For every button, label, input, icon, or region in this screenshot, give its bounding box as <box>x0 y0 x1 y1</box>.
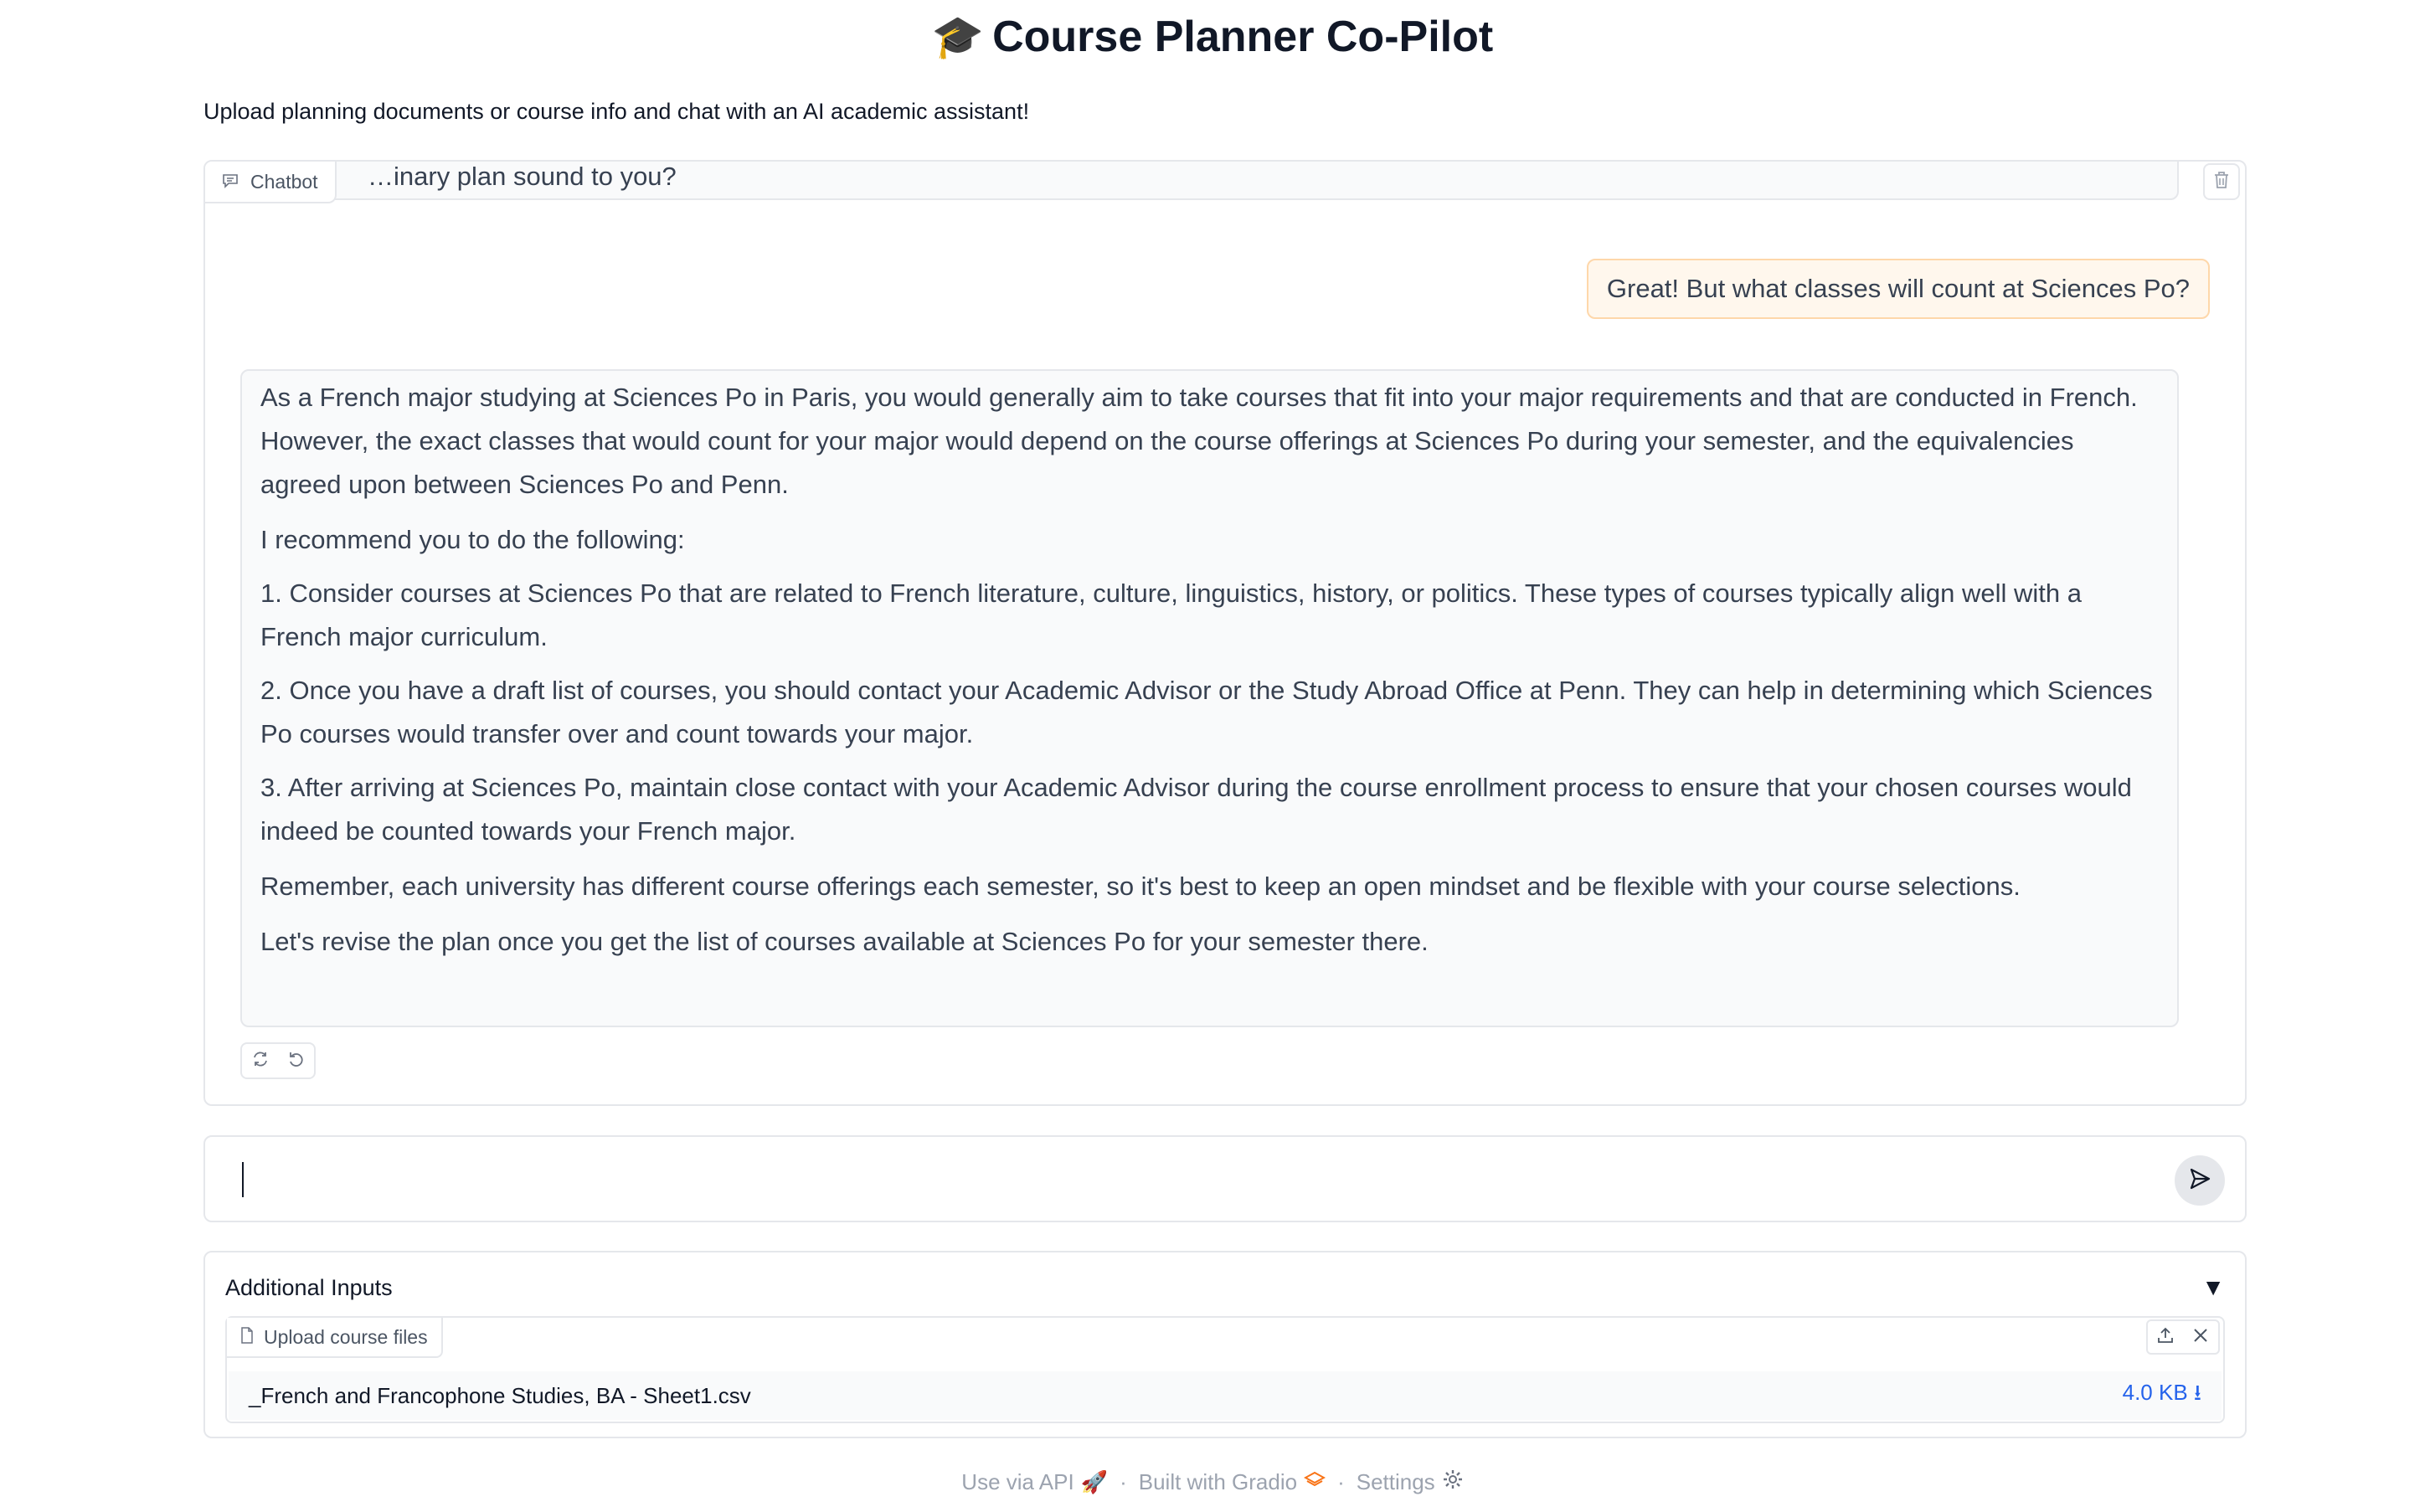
file-tools <box>2146 1319 2220 1355</box>
page-subtitle: Upload planning documents or course info… <box>203 99 1030 124</box>
file-icon <box>240 1326 254 1349</box>
partial-message-text: …inary plan sound to you? <box>368 162 677 191</box>
upload-label: Upload course files <box>227 1318 443 1358</box>
bot-paragraph: Let's revise the plan once you get the l… <box>260 927 1429 956</box>
page-title: 🎓 Course Planner Co-Pilot <box>0 12 2425 62</box>
trash-icon <box>2212 170 2231 194</box>
chat-bubble-icon <box>222 171 239 193</box>
footer-separator: · <box>1337 1469 1345 1494</box>
collapse-triangle-icon[interactable]: ▼ <box>2201 1274 2225 1301</box>
message-actions <box>240 1042 316 1079</box>
bot-paragraph: 1. Consider courses at Sciences Po that … <box>260 579 2083 651</box>
gear-icon <box>1442 1468 1464 1496</box>
text-cursor <box>242 1162 244 1197</box>
settings-link[interactable]: Settings <box>1357 1468 1464 1496</box>
upload-button[interactable] <box>2156 1326 2175 1349</box>
footer: Use via API 🚀 · Built with Gradio · Sett… <box>0 1468 2425 1496</box>
additional-inputs-accordion: Additional Inputs ▼ Upload course files … <box>203 1251 2247 1438</box>
page-title-text: Course Planner Co-Pilot <box>992 13 1494 61</box>
file-upload-panel: Upload course files _French and Francoph… <box>225 1316 2225 1423</box>
chatbot-label: Chatbot <box>205 162 337 203</box>
file-download-link[interactable]: 4.0 KB ⭳ <box>2123 1377 2201 1414</box>
use-via-api-link[interactable]: Use via API 🚀 <box>961 1469 1108 1495</box>
chat-input[interactable] <box>239 1157 2084 1206</box>
file-name: _French and Francophone Studies, BA - Sh… <box>249 1382 751 1408</box>
bot-paragraph: 2. Once you have a draft list of courses… <box>260 676 2153 748</box>
file-row: _French and Francophone Studies, BA - Sh… <box>229 1371 2222 1420</box>
retry-button[interactable] <box>251 1050 270 1072</box>
remove-file-button[interactable] <box>2191 1326 2210 1349</box>
clear-chat-button[interactable] <box>2203 163 2240 200</box>
chatbot-panel[interactable]: …inary plan sound to you? Chatbot Great!… <box>203 160 2247 1106</box>
send-icon <box>2187 1166 2212 1196</box>
gradio-logo-icon <box>1303 1469 1326 1495</box>
additional-inputs-label: Additional Inputs <box>225 1274 393 1300</box>
upload-icon <box>2158 1327 2173 1343</box>
use-via-api-text: Use via API <box>961 1469 1074 1494</box>
undo-icon <box>289 1052 303 1067</box>
additional-inputs-header[interactable]: Additional Inputs ▼ <box>225 1271 2225 1304</box>
rocket-icon: 🚀 <box>1080 1469 1109 1494</box>
settings-text: Settings <box>1356 1469 1435 1494</box>
user-message: Great! But what classes will count at Sc… <box>1586 259 2210 319</box>
built-with-gradio-link[interactable]: Built with Gradio <box>1139 1469 1326 1495</box>
close-icon <box>2194 1328 2207 1342</box>
retry-icon <box>253 1052 267 1066</box>
bot-paragraph: 3. After arriving at Sciences Po, mainta… <box>260 773 2132 846</box>
send-button[interactable] <box>2175 1155 2225 1206</box>
undo-button[interactable] <box>287 1050 306 1072</box>
built-with-gradio-text: Built with Gradio <box>1138 1469 1298 1494</box>
bot-message: As a French major studying at Sciences P… <box>240 369 2179 1027</box>
footer-separator: · <box>1120 1469 1127 1494</box>
chat-input-box <box>203 1135 2247 1222</box>
graduation-cap-icon: 🎓 <box>931 13 985 60</box>
bot-message-partial: …inary plan sound to you? <box>240 162 2179 200</box>
upload-label-text: Upload course files <box>264 1325 428 1348</box>
bot-paragraph: I recommend you to do the following: <box>260 525 685 554</box>
bot-paragraph: Remember, each university has different … <box>260 872 2021 901</box>
bot-paragraph: As a French major studying at Sciences P… <box>260 383 2138 499</box>
chatbot-label-text: Chatbot <box>250 170 318 193</box>
